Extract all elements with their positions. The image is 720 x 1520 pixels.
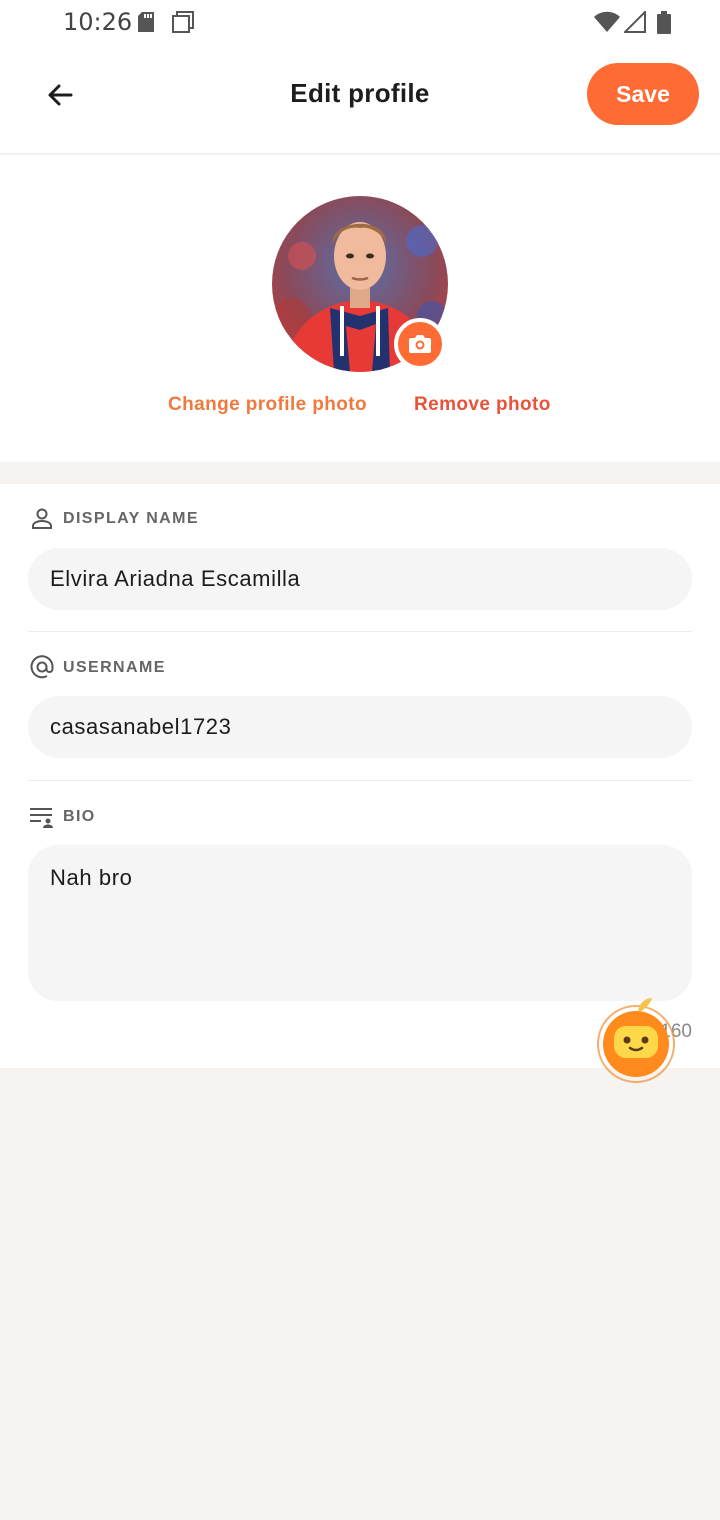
person-icon bbox=[32, 508, 52, 529]
field-separator bbox=[28, 631, 692, 632]
camera-icon bbox=[409, 335, 431, 353]
screenshot-icon bbox=[172, 11, 194, 33]
field-separator bbox=[28, 780, 692, 781]
back-button[interactable] bbox=[40, 76, 80, 116]
status-bar: 10:26 bbox=[0, 0, 720, 44]
remove-photo-link[interactable]: Remove photo bbox=[414, 394, 551, 416]
change-photo-camera-button[interactable] bbox=[394, 318, 446, 370]
battery-icon bbox=[657, 11, 671, 34]
robot-assistant-icon bbox=[597, 998, 675, 1083]
assistant-fab[interactable] bbox=[596, 996, 676, 1086]
arrow-left-icon bbox=[48, 84, 73, 106]
change-profile-photo-link[interactable]: Change profile photo bbox=[168, 394, 367, 416]
app-bar: Edit profile Save bbox=[0, 44, 720, 154]
sd-card-icon bbox=[138, 12, 154, 32]
username-label: USERNAME bbox=[63, 659, 166, 676]
display-name-input[interactable]: Elvira Ariadna Escamilla bbox=[28, 548, 692, 610]
save-button[interactable]: Save bbox=[587, 63, 699, 125]
username-input[interactable]: casasanabel1723 bbox=[28, 696, 692, 758]
profile-photo-section: Change profile photo Remove photo bbox=[0, 155, 720, 462]
wifi-icon bbox=[594, 11, 620, 32]
profile-form: DISPLAY NAME Elvira Ariadna Escamilla US… bbox=[0, 484, 720, 1068]
status-time: 10:26 bbox=[63, 8, 133, 36]
display-name-label: DISPLAY NAME bbox=[63, 510, 199, 527]
section-divider bbox=[0, 462, 720, 484]
signal-icon bbox=[624, 11, 646, 33]
bio-lines-icon bbox=[30, 808, 53, 828]
at-sign-icon bbox=[30, 655, 54, 679]
bio-textarea[interactable]: Nah bro bbox=[28, 845, 692, 1001]
bio-label: BIO bbox=[63, 808, 96, 825]
